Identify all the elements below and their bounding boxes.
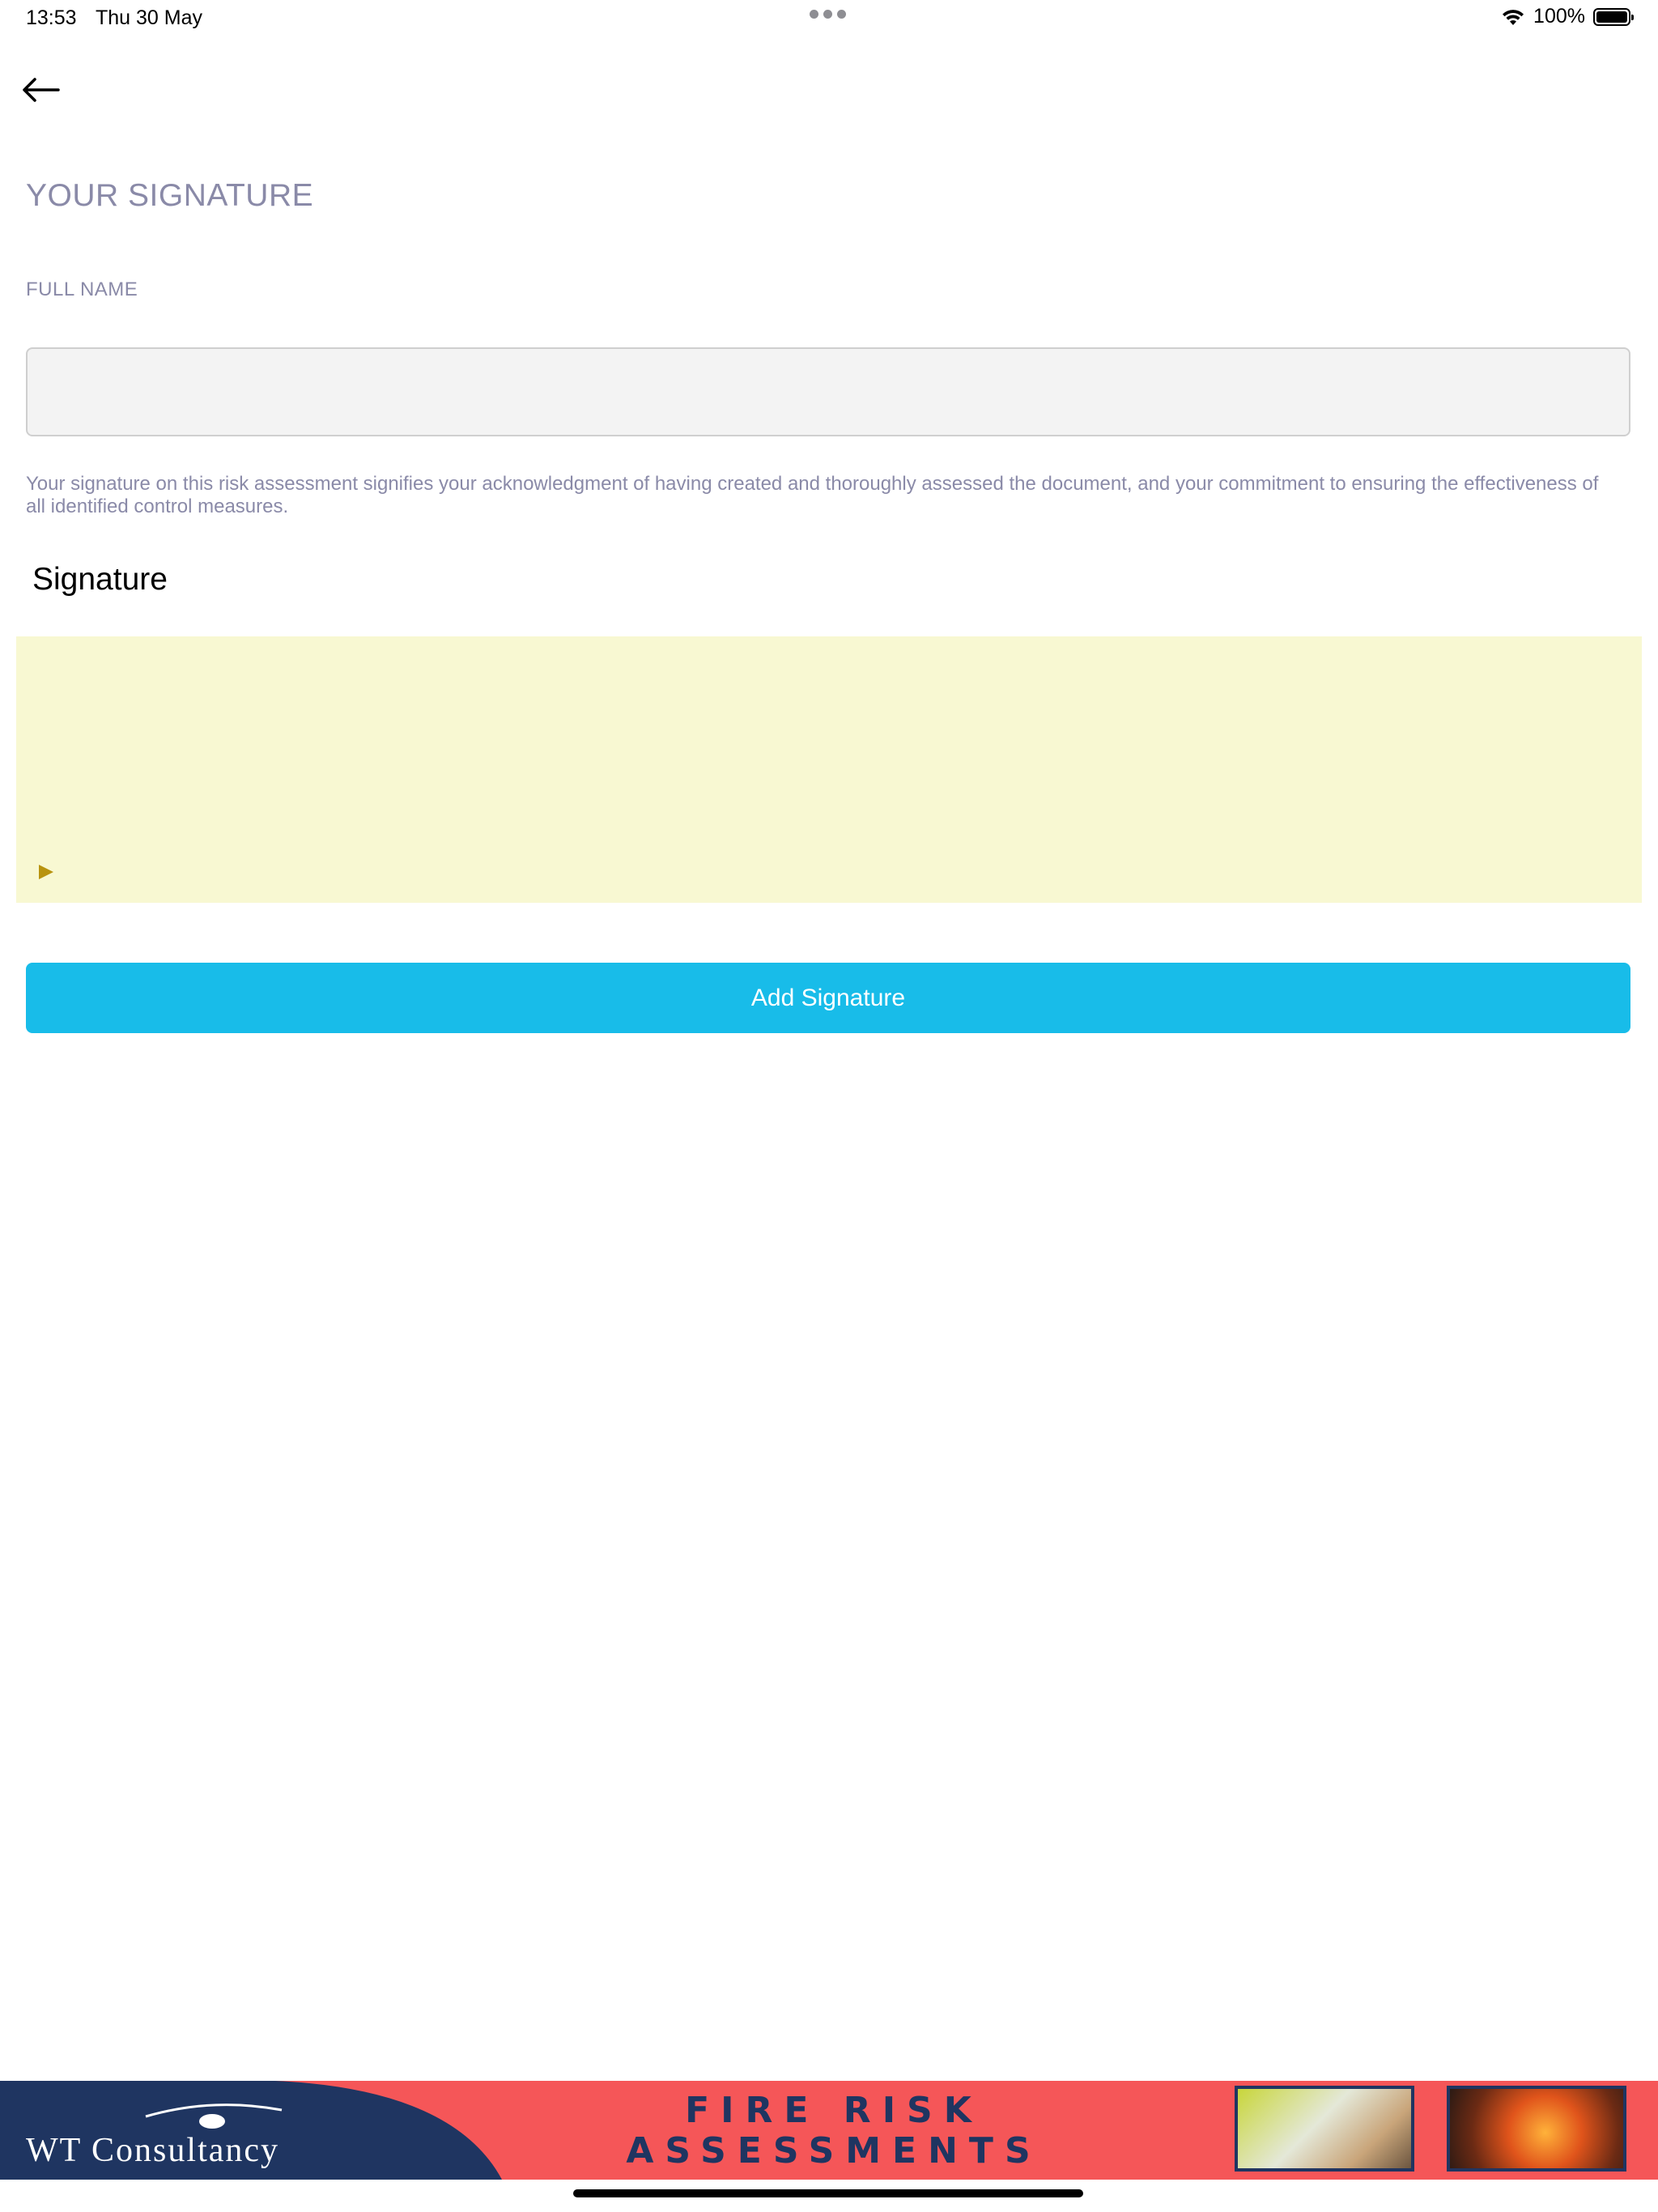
wifi-icon xyxy=(1503,9,1524,25)
full-name-input[interactable] xyxy=(26,347,1630,436)
signature-pad[interactable] xyxy=(16,636,1642,903)
add-signature-button[interactable]: Add Signature xyxy=(26,963,1630,1033)
ad-banner[interactable]: WT Consultancy FIRE RISK ASSESSMENTS xyxy=(0,2081,1658,2180)
battery-icon xyxy=(1593,7,1634,26)
signature-description: Your signature on this risk assessment s… xyxy=(26,473,1599,517)
banner-headline: FIRE RISK ASSESSMENTS xyxy=(559,2091,1109,2172)
status-indicators: 100% xyxy=(1501,5,1634,28)
play-marker-icon xyxy=(39,865,53,879)
banner-headline-line2: ASSESSMENTS xyxy=(626,2130,1042,2172)
signature-heading: Signature xyxy=(32,562,168,597)
banner-headline-line1: FIRE RISK xyxy=(685,2090,983,2131)
page-title: YOUR SIGNATURE xyxy=(26,178,314,213)
full-name-label: FULL NAME xyxy=(26,279,138,300)
arrow-left-icon xyxy=(23,78,60,102)
banner-logo-text: WT Consultancy xyxy=(26,2132,280,2169)
status-date: Thu 30 May xyxy=(96,6,203,29)
multitasking-dots-icon[interactable] xyxy=(810,10,846,19)
banner-photo-fire xyxy=(1447,2086,1626,2172)
battery-percent: 100% xyxy=(1533,5,1585,28)
status-time: 13:53 xyxy=(26,6,77,29)
back-button[interactable] xyxy=(21,70,70,110)
banner-photo-clipboard xyxy=(1235,2086,1414,2172)
home-indicator[interactable] xyxy=(573,2189,1083,2197)
